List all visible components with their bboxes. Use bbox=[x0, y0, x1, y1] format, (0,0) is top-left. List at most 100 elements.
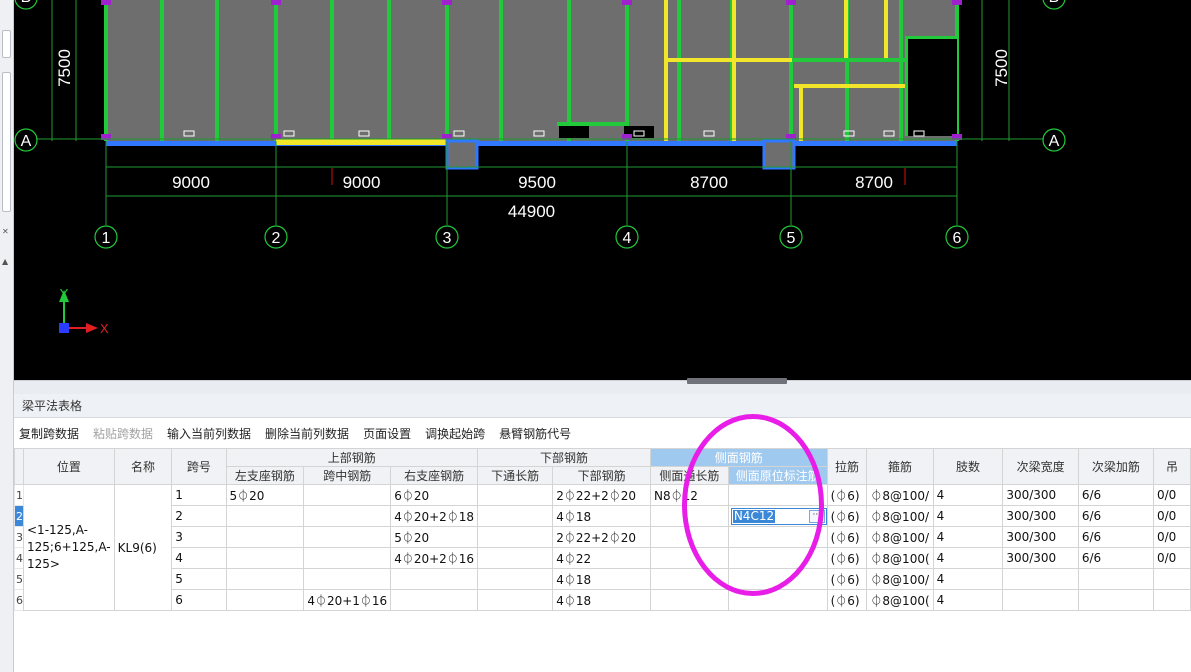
cell-sec-add[interactable]: 6/6 bbox=[1077, 526, 1155, 548]
header-span-no[interactable]: 跨号 bbox=[171, 448, 227, 485]
cell-hang[interactable]: 0/0 bbox=[1153, 484, 1191, 506]
cad-drawing-canvas[interactable]: 9000 9000 9500 8700 8700 44900 7500 7500 1 2 3 4 5 6 A… bbox=[14, 0, 1191, 380]
header-legs[interactable]: 肢数 bbox=[932, 448, 1004, 485]
row-number[interactable]: 2 bbox=[14, 505, 24, 527]
cell-hang[interactable]: 0/0 bbox=[1153, 547, 1191, 569]
copy-span-data-button[interactable]: 复制跨数据 bbox=[19, 425, 79, 442]
table-row[interactable]: 5 5 4⏀18 (⏀6) ⏀8@100/4 bbox=[14, 568, 1191, 590]
cell-side-through[interactable] bbox=[650, 589, 729, 611]
cell-bottom-bar[interactable]: 4⏀18 bbox=[552, 505, 651, 527]
cell-side-orig[interactable] bbox=[727, 568, 828, 590]
cell-tie-bar[interactable]: (⏀6) bbox=[826, 505, 868, 527]
cell-through-long[interactable] bbox=[477, 526, 554, 548]
cell-left-seat[interactable] bbox=[225, 505, 305, 527]
ellipsis-button[interactable]: ··· bbox=[808, 510, 825, 523]
cell-side-orig[interactable] bbox=[727, 589, 828, 611]
header-tie-bar[interactable]: 拉筋 bbox=[826, 448, 868, 485]
cell-side-orig[interactable] bbox=[727, 526, 828, 548]
cell-left-seat[interactable] bbox=[225, 568, 305, 590]
cell-stirrup[interactable]: ⏀8@100/ bbox=[866, 526, 934, 548]
cell-sec-add[interactable]: 6/6 bbox=[1077, 505, 1155, 527]
row-number[interactable]: 6 bbox=[14, 589, 24, 611]
cell-span-no[interactable]: 5 bbox=[171, 568, 227, 590]
table-row[interactable]: 2 2 4⏀20+2⏀18 4⏀18 N4C12 ··· (⏀6) ⏀8@100/4 300/3… bbox=[14, 505, 1191, 527]
cell-span-no[interactable]: 3 bbox=[171, 526, 227, 548]
scroll-arrow-icon[interactable]: ✕ bbox=[2, 228, 9, 236]
cell-mid-span[interactable] bbox=[303, 526, 392, 548]
cell-sec-width[interactable] bbox=[1002, 568, 1079, 590]
cell-side-through[interactable]: N8⏀12 bbox=[650, 484, 729, 506]
cell-through-long[interactable] bbox=[477, 568, 554, 590]
cell-side-through[interactable] bbox=[650, 505, 729, 527]
cell-mid-span[interactable] bbox=[303, 484, 392, 506]
table-row[interactable]: 1 <1-125,A-125;6+125,A-125> KL9(6) 1 5⏀20 6⏀2… bbox=[14, 484, 1191, 611]
cell-legs[interactable]: 4 bbox=[932, 589, 1004, 611]
row-number[interactable]: 1 bbox=[14, 484, 24, 506]
header-name[interactable]: 名称 bbox=[113, 448, 173, 485]
beam-data-grid[interactable]: 位置 名称 跨号 上部钢筋 下部钢筋 侧面钢筋 拉筋 箍筋 肢数 次梁宽度 次梁… bbox=[14, 448, 1191, 672]
panel-splitter[interactable] bbox=[14, 378, 1191, 394]
cell-stirrup[interactable]: ⏀8@100/ bbox=[866, 568, 934, 590]
row-number[interactable]: 4 bbox=[14, 547, 24, 569]
cell-span-no[interactable]: 2 bbox=[171, 505, 227, 527]
cell-left-seat[interactable]: 5⏀20 bbox=[225, 484, 305, 506]
cell-position[interactable]: <1-125,A-125;6+125,A-125> bbox=[23, 484, 115, 611]
cell-tie-bar[interactable]: (⏀6) bbox=[826, 589, 868, 611]
cell-mid-span[interactable]: 4⏀20+1⏀16 bbox=[303, 589, 392, 611]
cell-right-seat[interactable]: 5⏀20 bbox=[390, 526, 479, 548]
cell-hang[interactable]: 0/0 bbox=[1153, 505, 1191, 527]
header-left-seat[interactable]: 左支座钢筋 bbox=[225, 466, 305, 485]
table-row[interactable]: 3 3 5⏀20 2⏀22+2⏀20 (⏀6) ⏀8@100/4 300/300 6/6 0/0 bbox=[14, 526, 1191, 548]
cantilever-code-button[interactable]: 悬臂钢筋代号 bbox=[499, 425, 571, 442]
splitter-grip[interactable] bbox=[687, 378, 787, 384]
header-side-through[interactable]: 侧面通长筋 bbox=[650, 466, 729, 485]
row-number[interactable]: 3 bbox=[14, 526, 24, 548]
cell-left-seat[interactable] bbox=[225, 526, 305, 548]
edit-input-text[interactable]: N4C12 bbox=[732, 510, 776, 523]
cell-right-seat[interactable] bbox=[390, 589, 479, 611]
cell-tie-bar[interactable]: (⏀6) bbox=[826, 484, 868, 506]
cell-bottom-bar[interactable]: 4⏀18 bbox=[552, 568, 651, 590]
cell-legs[interactable]: 4 bbox=[932, 484, 1004, 506]
cell-mid-span[interactable] bbox=[303, 547, 392, 569]
cell-side-orig[interactable] bbox=[727, 484, 828, 506]
cell-side-through[interactable] bbox=[650, 547, 729, 569]
cell-sec-width[interactable]: 300/300 bbox=[1002, 526, 1079, 548]
header-position[interactable]: 位置 bbox=[23, 448, 115, 485]
page-setup-button[interactable]: 页面设置 bbox=[363, 425, 411, 442]
table-row[interactable]: 4 4 4⏀20+2⏀16 4⏀22 (⏀6) ⏀8@100(4 300/300 6/6 0/0 bbox=[14, 547, 1191, 569]
cell-sec-width[interactable] bbox=[1002, 589, 1079, 611]
side-tab-top[interactable] bbox=[2, 30, 11, 58]
cell-stirrup[interactable]: ⏀8@100/ bbox=[866, 505, 934, 527]
cell-through-long[interactable] bbox=[477, 547, 554, 569]
cell-span-no[interactable]: 4 bbox=[171, 547, 227, 569]
cell-hang[interactable]: 0/0 bbox=[1153, 526, 1191, 548]
header-mid-span[interactable]: 跨中钢筋 bbox=[303, 466, 392, 485]
cell-sec-add[interactable]: 6/6 bbox=[1077, 547, 1155, 569]
table-row[interactable]: 6 6 4⏀20+1⏀16 4⏀18 (⏀6) ⏀8@100(4 bbox=[14, 589, 1191, 611]
cell-through-long[interactable] bbox=[477, 505, 554, 527]
cell-tie-bar[interactable]: (⏀6) bbox=[826, 526, 868, 548]
cell-stirrup[interactable]: ⏀8@100( bbox=[866, 547, 934, 569]
cell-sec-add[interactable] bbox=[1077, 589, 1155, 611]
cell-stirrup[interactable]: ⏀8@100( bbox=[866, 589, 934, 611]
cell-bottom-bar[interactable]: 4⏀18 bbox=[552, 589, 651, 611]
header-through-long[interactable]: 下通长筋 bbox=[477, 466, 554, 485]
swap-start-span-button[interactable]: 调换起始跨 bbox=[425, 425, 485, 442]
paste-span-data-button[interactable]: 粘贴跨数据 bbox=[93, 425, 153, 442]
cell-tie-bar[interactable]: (⏀6) bbox=[826, 547, 868, 569]
header-sec-add[interactable]: 次梁加筋 bbox=[1077, 448, 1155, 485]
row-number[interactable]: 5 bbox=[14, 568, 24, 590]
cell-sec-width[interactable]: 300/300 bbox=[1002, 505, 1079, 527]
header-bottom-bar[interactable]: 下部钢筋 bbox=[552, 466, 651, 485]
cell-bottom-bar[interactable]: 2⏀22+2⏀20 bbox=[552, 526, 651, 548]
cell-right-seat[interactable] bbox=[390, 568, 479, 590]
cell-hang[interactable] bbox=[1153, 589, 1191, 611]
cell-right-seat[interactable]: 4⏀20+2⏀18 bbox=[390, 505, 479, 527]
header-side-orig[interactable]: 侧面原位标注筋 bbox=[727, 466, 828, 485]
delete-column-data-button[interactable]: 删除当前列数据 bbox=[265, 425, 349, 442]
cell-hang[interactable] bbox=[1153, 568, 1191, 590]
cell-side-through[interactable] bbox=[650, 568, 729, 590]
header-stirrup[interactable]: 箍筋 bbox=[866, 448, 934, 485]
cell-through-long[interactable] bbox=[477, 484, 554, 506]
